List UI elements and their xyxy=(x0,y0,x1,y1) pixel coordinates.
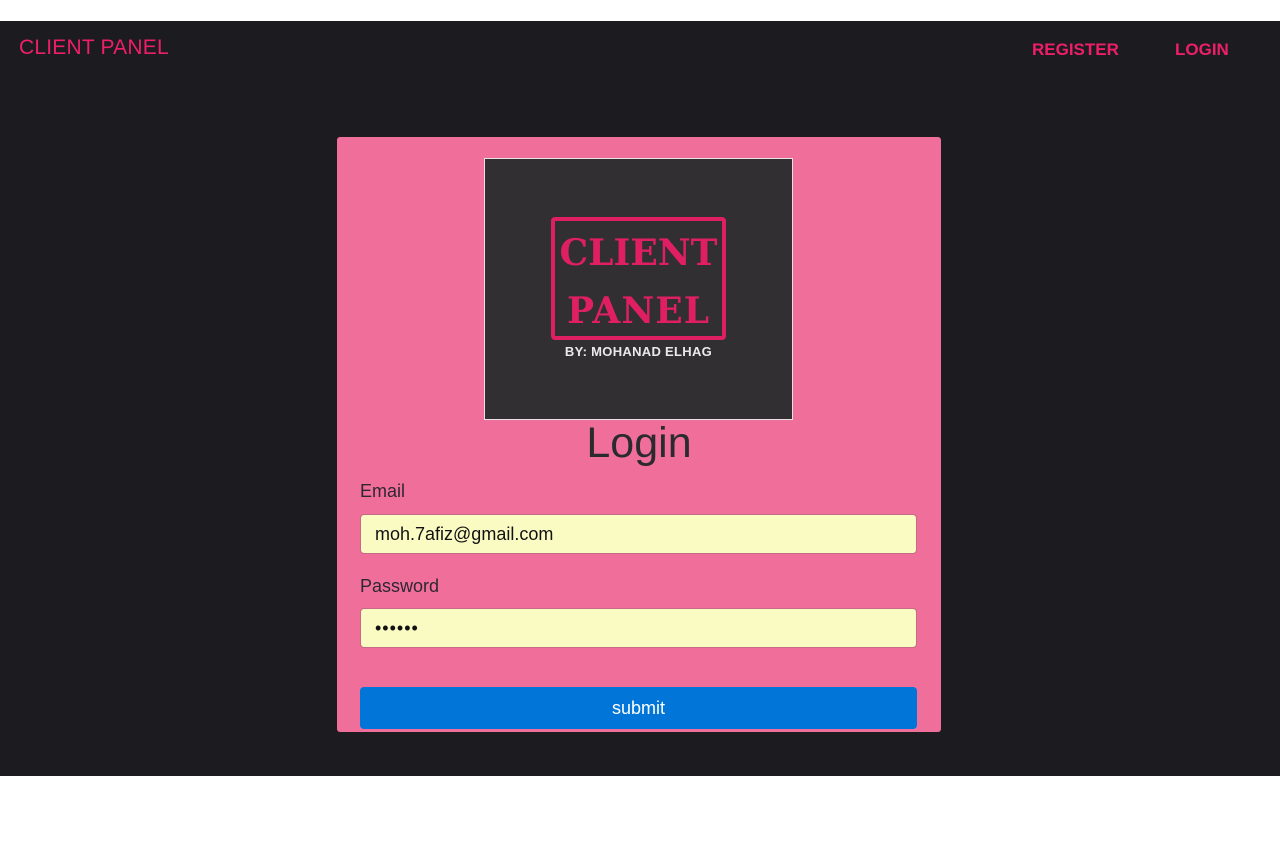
password-label: Password xyxy=(360,576,440,596)
login-card: CLIENT PANEL BY: MOHANAD ELHAG Login Ema… xyxy=(337,137,941,732)
logo-frame: CLIENT PANEL xyxy=(551,217,726,340)
email-field[interactable] xyxy=(360,514,917,554)
logo-word-panel: PANEL xyxy=(566,290,711,332)
logo-word-client: CLIENT xyxy=(559,232,718,274)
email-label: Email xyxy=(360,481,406,501)
submit-button[interactable]: submit xyxy=(360,687,917,729)
app-container: CLIENT PANEL REGISTER LOGIN CLIENT PANEL… xyxy=(0,21,1280,776)
page-title: Login xyxy=(586,419,692,467)
nav-login-link[interactable]: LOGIN xyxy=(1175,40,1229,60)
logo-image: CLIENT PANEL BY: MOHANAD ELHAG xyxy=(484,158,793,420)
nav-register-link[interactable]: REGISTER xyxy=(1032,40,1119,60)
password-field[interactable] xyxy=(360,608,917,648)
brand-link[interactable]: CLIENT PANEL xyxy=(19,36,169,60)
logo-byline: BY: MOHANAD ELHAG xyxy=(564,344,713,359)
navbar: CLIENT PANEL REGISTER LOGIN xyxy=(0,21,1280,77)
